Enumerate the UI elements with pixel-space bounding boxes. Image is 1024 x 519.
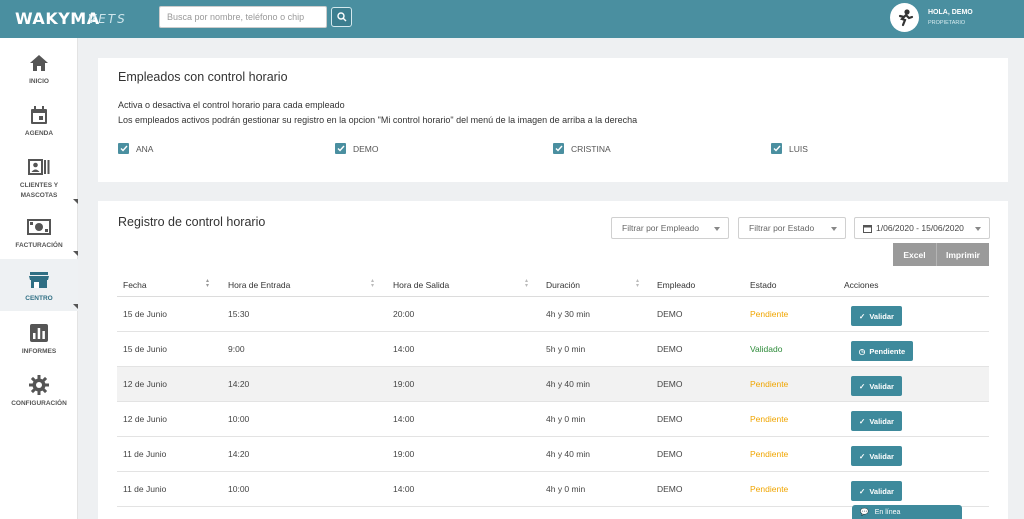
validate-button[interactable]: ✓ Validar: [851, 411, 902, 431]
sidebar-item-centro[interactable]: CENTRO: [0, 259, 78, 311]
column-header-salida[interactable]: Hora de Salida: [393, 280, 449, 290]
table-row: 12 de Junio 10:00 14:00 4h y 0 min DEMO …: [117, 402, 989, 437]
filter-employee-select[interactable]: Filtrar por Empleado: [611, 217, 729, 239]
check-icon: ✓: [859, 311, 866, 321]
column-header-estado: Estado: [750, 280, 777, 290]
chevron-down-icon: [975, 227, 981, 231]
check-icon: ✓: [859, 416, 866, 426]
search-icon: [336, 12, 346, 22]
date-range-picker[interactable]: 1/06/2020 - 15/06/2020: [854, 217, 990, 239]
status-badge: Pendiente: [750, 379, 789, 389]
validate-button[interactable]: ✓ Validar: [851, 306, 902, 326]
expand-caret: [73, 199, 78, 204]
employee-checkbox-ana[interactable]: ANA: [118, 143, 153, 154]
table-row: 12 de Junio 14:20 19:00 4h y 40 min DEMO…: [117, 367, 989, 402]
runner-icon: [898, 8, 913, 26]
filter-status-select[interactable]: Filtrar por Estado: [738, 217, 846, 239]
sidebar-item-configuracion[interactable]: CONFIGURACIÓN: [0, 364, 78, 416]
sort-icon[interactable]: ▴ ▾: [636, 278, 639, 289]
sidebar-item-facturacion[interactable]: FACTURACIÓN: [0, 206, 78, 258]
checkbox-checked-icon: [118, 143, 129, 154]
employee-checkbox-demo[interactable]: DEMO: [335, 143, 379, 154]
column-header-acciones: Acciones: [844, 280, 879, 290]
sort-desc-icon[interactable]: ▴ ▾: [206, 278, 209, 289]
chart-icon: [30, 322, 48, 344]
chevron-down-icon: [831, 227, 837, 231]
sidebar-item-informes[interactable]: INFORMES: [0, 312, 78, 364]
table-row: 11 de Junio 14:20 19:00 4h y 40 min DEMO…: [117, 437, 989, 472]
home-icon: [29, 52, 49, 74]
checkbox-checked-icon: [335, 143, 346, 154]
calendar-icon: [863, 224, 872, 233]
gear-icon: [29, 374, 49, 396]
user-avatar[interactable]: [890, 3, 919, 32]
store-icon: [29, 269, 49, 291]
sidebar-item-agenda[interactable]: AGENDA: [0, 94, 78, 146]
table-row: 15 de Junio 15:30 20:00 4h y 30 min DEMO…: [117, 297, 989, 332]
expand-caret: [73, 251, 78, 256]
employees-description-line2: Los empleados activos podrán gestionar s…: [118, 115, 638, 125]
status-badge: Pendiente: [750, 309, 789, 319]
table-row: 15 de Junio 9:00 14:00 5h y 0 min DEMO V…: [117, 332, 989, 367]
calendar-icon: [30, 104, 48, 126]
sidebar: INICIO AGENDA CLIENTES Y MASCOTAS FACTUR…: [0, 38, 78, 519]
checkbox-checked-icon: [771, 143, 782, 154]
print-button[interactable]: Imprimir: [936, 243, 989, 266]
column-header-fecha[interactable]: Fecha: [123, 280, 147, 290]
sidebar-item-clientes[interactable]: CLIENTES Y MASCOTAS: [0, 146, 78, 206]
status-badge: Pendiente: [750, 449, 789, 459]
sort-icon[interactable]: ▴ ▾: [525, 278, 528, 289]
online-chat-widget[interactable]: 💬 En línea: [852, 505, 962, 519]
chat-bubble-icon: 💬: [860, 509, 869, 516]
column-header-duracion[interactable]: Duración: [546, 280, 580, 290]
top-bar: WAKYMA VETS HOLA, DEMO PROPIETARIO: [0, 0, 1024, 38]
table-row: 11 de Junio 10:00 14:00 4h y 0 min DEMO …: [117, 472, 989, 507]
validate-button[interactable]: ✓ Validar: [851, 446, 902, 466]
app-logo-sub: VETS: [88, 12, 127, 26]
employees-panel-title: Empleados con control horario: [118, 70, 288, 84]
check-icon: ✓: [859, 486, 866, 496]
status-badge: Pendiente: [750, 414, 789, 424]
clients-icon: [28, 156, 50, 178]
column-header-entrada[interactable]: Hora de Entrada: [228, 280, 290, 290]
checkbox-checked-icon: [553, 143, 564, 154]
user-greeting[interactable]: HOLA, DEMO: [928, 9, 973, 16]
chevron-down-icon: [714, 227, 720, 231]
expand-caret: [73, 304, 78, 309]
search-input[interactable]: [159, 6, 327, 28]
check-icon: ✓: [859, 451, 866, 461]
check-icon: ✓: [859, 381, 866, 391]
column-header-empleado: Empleado: [657, 280, 696, 290]
status-badge: Validado: [750, 344, 783, 354]
validate-button[interactable]: ✓ Validar: [851, 481, 902, 501]
billing-icon: [27, 216, 51, 238]
validate-button[interactable]: ✓ Validar: [851, 376, 902, 396]
excel-button[interactable]: Excel: [893, 243, 936, 266]
status-badge: Pendiente: [750, 484, 789, 494]
employee-checkbox-cristina[interactable]: CRISTINA: [553, 143, 611, 154]
employee-checkbox-luis[interactable]: LUIS: [771, 143, 808, 154]
time-log-panel: Registro de control horario Filtrar por …: [98, 201, 1008, 519]
time-log-title: Registro de control horario: [118, 215, 266, 229]
search-button[interactable]: [331, 7, 352, 27]
employees-description-line1: Activa o desactiva el control horario pa…: [118, 100, 345, 110]
set-pending-button[interactable]: ◷ Pendiente: [851, 341, 913, 361]
employees-panel: Empleados con control horario Activa o d…: [98, 58, 1008, 182]
sidebar-item-inicio[interactable]: INICIO: [0, 42, 78, 94]
app-logo[interactable]: WAKYMA: [15, 9, 100, 28]
clock-icon: ◷: [858, 346, 866, 356]
user-role: PROPIETARIO: [928, 20, 966, 26]
sort-icon[interactable]: ▴ ▾: [371, 278, 374, 289]
